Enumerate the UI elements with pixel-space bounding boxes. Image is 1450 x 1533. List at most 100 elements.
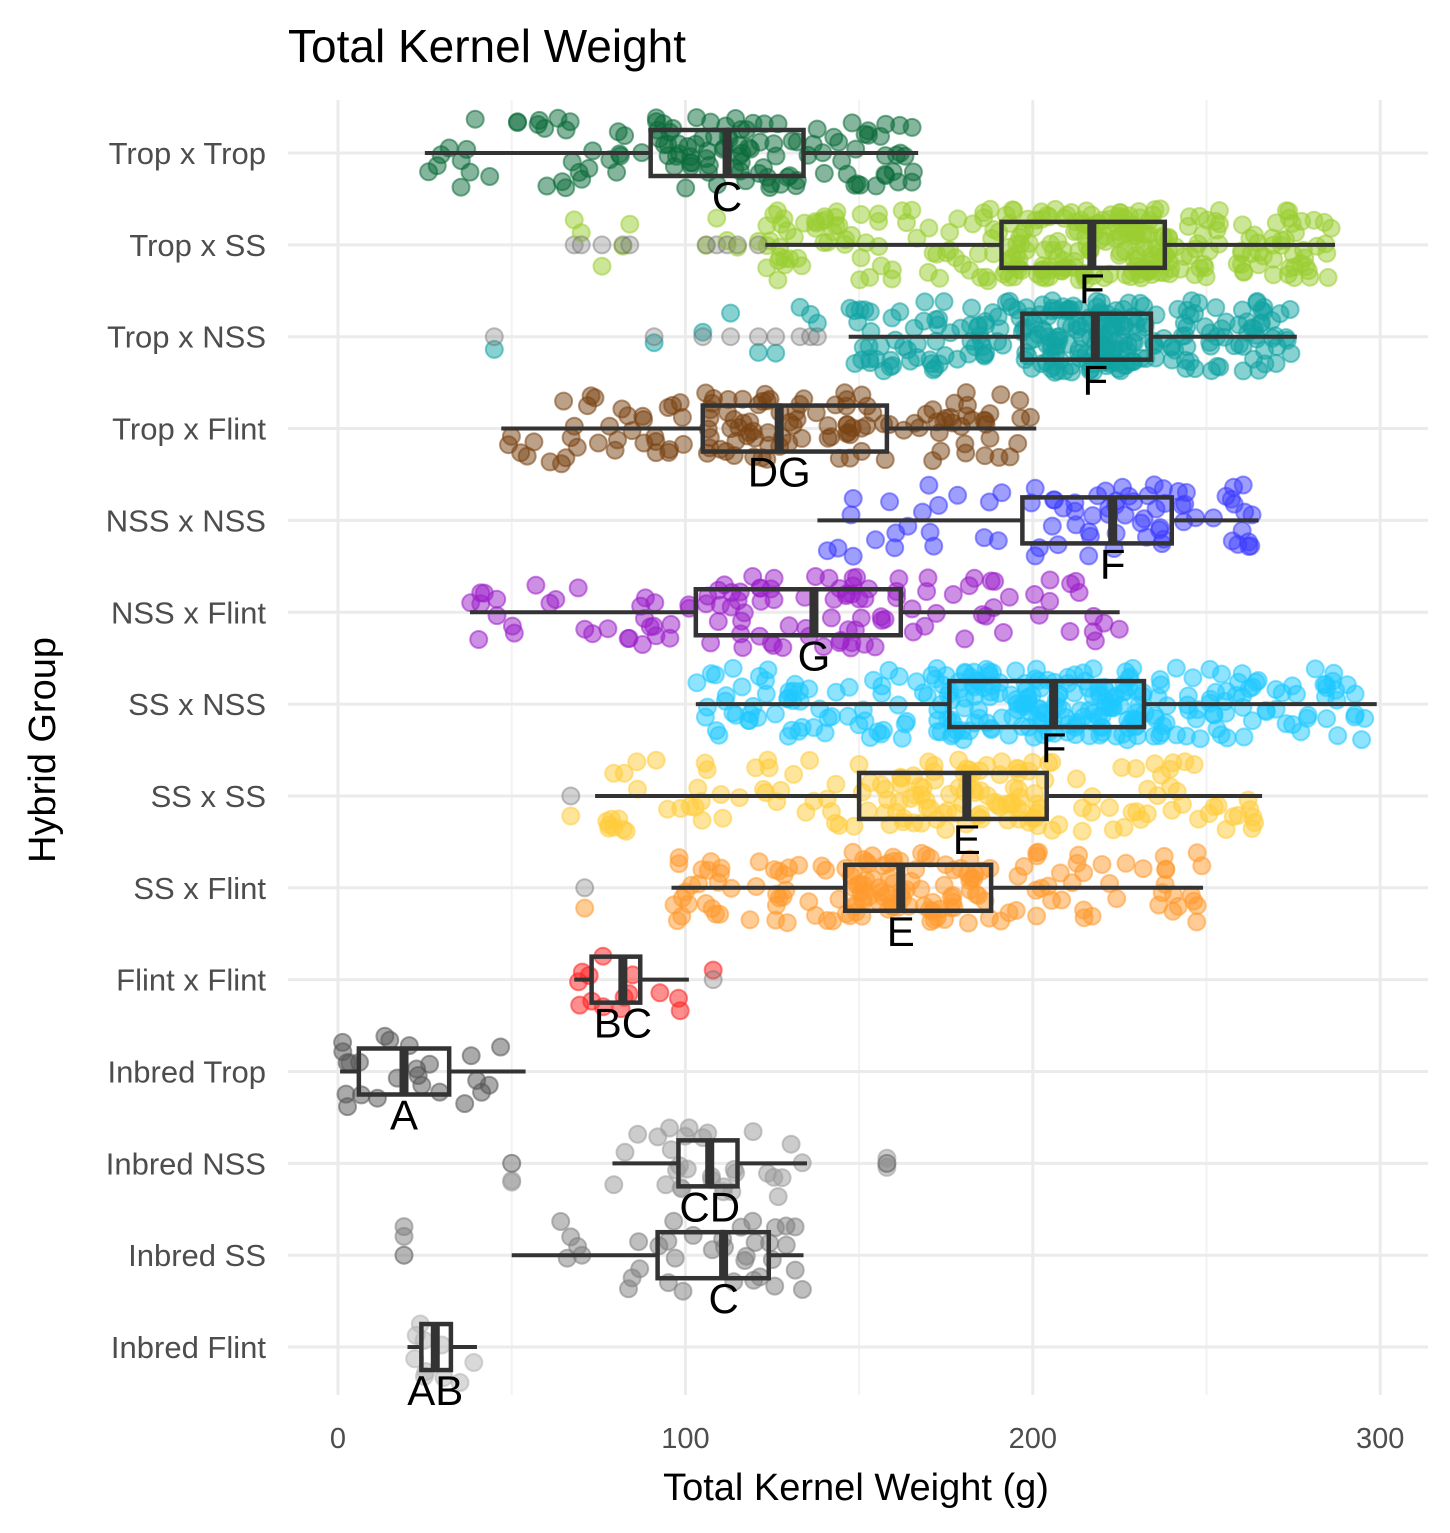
data-point xyxy=(1352,730,1372,750)
data-point xyxy=(604,1175,624,1195)
x-tick-label: 100 xyxy=(661,1423,709,1455)
data-point xyxy=(988,531,1008,551)
data-point xyxy=(710,595,730,615)
data-point xyxy=(1253,246,1273,266)
data-point xyxy=(749,666,769,686)
data-point xyxy=(678,137,698,156)
data-point xyxy=(1008,434,1028,453)
data-point xyxy=(1036,268,1056,288)
data-point xyxy=(701,664,721,684)
outlier-point xyxy=(394,1245,414,1265)
data-point xyxy=(461,1046,481,1066)
data-point xyxy=(1317,243,1337,263)
data-point xyxy=(1100,697,1120,717)
data-point xyxy=(1184,755,1204,774)
data-point xyxy=(430,1082,450,1102)
data-point xyxy=(846,139,866,159)
data-point xyxy=(847,174,867,194)
data-point xyxy=(991,385,1011,405)
data-point xyxy=(615,126,635,146)
data-point xyxy=(918,262,938,282)
x-tick-label: 200 xyxy=(1009,1423,1057,1455)
data-point xyxy=(852,782,872,802)
data-point xyxy=(952,254,972,274)
data-point xyxy=(778,726,798,746)
data-point xyxy=(1027,794,1047,814)
data-point xyxy=(508,112,527,132)
data-point xyxy=(785,1260,805,1280)
data-point xyxy=(1276,201,1296,221)
data-point xyxy=(1187,912,1207,932)
data-point xyxy=(487,606,507,626)
data-point xyxy=(552,172,572,192)
data-point xyxy=(773,638,793,657)
data-point xyxy=(1317,709,1337,729)
data-point xyxy=(1064,683,1084,703)
data-point xyxy=(926,310,946,330)
data-point xyxy=(724,410,744,429)
data-point xyxy=(1011,408,1031,428)
data-point xyxy=(697,141,717,161)
y-tick-label: SS x NSS xyxy=(128,687,266,722)
data-point xyxy=(817,541,837,561)
data-point xyxy=(1316,675,1336,694)
data-point xyxy=(1186,508,1206,528)
data-point xyxy=(934,292,954,312)
data-point xyxy=(1029,605,1049,625)
data-point xyxy=(849,755,869,774)
x-tick-label: 0 xyxy=(330,1423,346,1455)
data-point xyxy=(807,119,827,139)
data-point xyxy=(1042,516,1062,536)
data-point xyxy=(644,616,664,636)
data-point xyxy=(1027,906,1047,926)
data-point xyxy=(766,910,786,930)
data-point xyxy=(890,302,910,322)
data-point xyxy=(902,599,922,619)
data-point xyxy=(672,407,692,427)
data-point xyxy=(526,575,546,595)
data-point xyxy=(554,391,574,411)
data-point xyxy=(991,911,1011,931)
data-point xyxy=(824,127,844,147)
data-point xyxy=(567,437,587,457)
data-point xyxy=(646,750,666,770)
data-point xyxy=(1212,319,1232,339)
data-point xyxy=(969,315,989,335)
data-point xyxy=(959,576,979,596)
data-point xyxy=(904,318,924,338)
data-point xyxy=(789,855,809,875)
data-point xyxy=(796,802,816,822)
y-tick-label: SS x SS xyxy=(151,779,266,814)
y-tick-label: Trop x Trop xyxy=(109,136,266,171)
data-point xyxy=(1133,859,1153,879)
data-point xyxy=(1176,483,1196,502)
data-point xyxy=(1035,240,1055,260)
data-point xyxy=(564,416,584,436)
data-point xyxy=(765,704,785,724)
data-point xyxy=(713,808,733,828)
data-point xyxy=(581,386,601,406)
data-point xyxy=(876,146,895,166)
outlier-point xyxy=(877,1153,897,1173)
data-point xyxy=(1217,681,1237,701)
data-point xyxy=(748,342,768,362)
data-point xyxy=(1185,359,1205,379)
data-point xyxy=(769,888,789,908)
data-point xyxy=(892,728,912,748)
group-letter: C xyxy=(708,1275,738,1322)
data-point xyxy=(480,167,500,186)
data-point xyxy=(1206,211,1226,231)
data-point xyxy=(1240,800,1260,820)
data-point xyxy=(737,426,757,446)
data-point xyxy=(629,1232,649,1252)
data-point xyxy=(1082,906,1102,926)
data-point xyxy=(980,199,1000,219)
data-point xyxy=(696,383,716,403)
data-point xyxy=(882,269,902,289)
data-point xyxy=(1156,859,1176,879)
data-point xyxy=(1083,506,1103,526)
data-point xyxy=(1114,817,1134,837)
data-point xyxy=(1082,802,1102,822)
data-point xyxy=(927,659,947,678)
data-point xyxy=(766,343,786,363)
